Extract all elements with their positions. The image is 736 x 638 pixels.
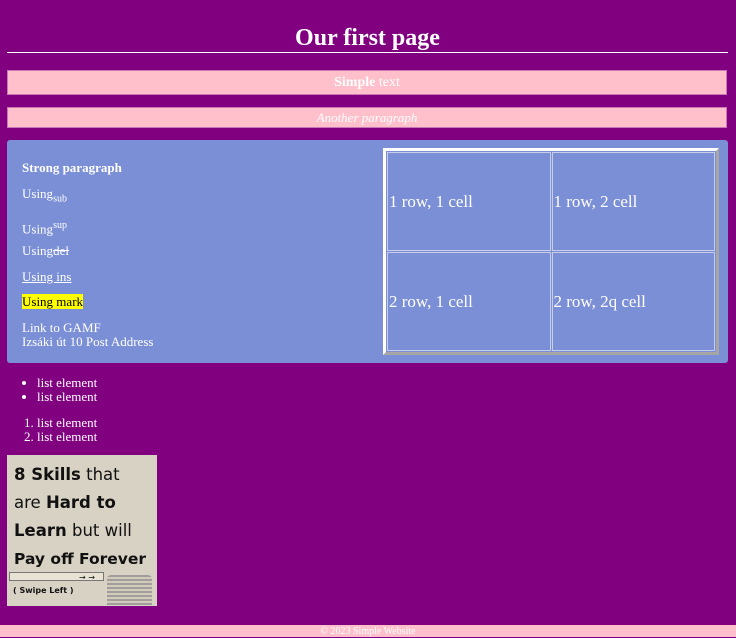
sub-text: Using <box>22 186 54 201</box>
table-row: 1 row, 1 cell 1 row, 2 cell <box>387 152 715 251</box>
sub-label: sub <box>53 193 67 205</box>
table-cell: 1 row, 1 cell <box>387 152 551 251</box>
table-row: 2 row, 1 cell 2 row, 2q cell <box>387 252 715 351</box>
footer: © 2023 Simple Website <box>0 625 736 637</box>
page-title: Our first page <box>7 22 728 53</box>
gamf-link[interactable]: Link to GAMF <box>22 320 101 335</box>
sub-example: Usingsub <box>22 186 67 207</box>
mark-text: Using mark <box>22 294 84 309</box>
image-line: Pay off Forever <box>14 550 147 568</box>
content-section: Strong paragraph Usingsub Usingsup Using… <box>7 140 728 363</box>
data-table: 1 row, 1 cell 1 row, 2 cell 2 row, 1 cell… <box>383 148 719 355</box>
table-cell: 2 row, 2q cell <box>551 252 715 351</box>
del-example: Usingdel <box>22 243 69 258</box>
ins-text: Using ins <box>22 269 72 284</box>
simple-text-paragraph: Simple text <box>7 70 727 95</box>
list-item: list element <box>37 376 97 390</box>
ordered-list: list element list element <box>7 416 97 444</box>
strong-paragraph: Strong paragraph <box>22 160 122 175</box>
sup-text: Using <box>22 221 54 237</box>
simple-rest: text <box>375 75 400 90</box>
unordered-list: list element list element <box>7 376 97 404</box>
skills-image: 8 Skills that are Hard to Learn but will… <box>7 455 157 606</box>
list-item: list element <box>37 390 97 404</box>
address: Izsáki út 10 Post Address <box>22 334 154 349</box>
image-line: are Hard to <box>14 493 116 512</box>
swipe-caption: ( Swipe Left ) <box>13 586 74 595</box>
sup-label: sup <box>53 220 67 231</box>
sup-example: Usingsup <box>22 218 67 236</box>
coins-icon <box>107 575 152 605</box>
link-gamf[interactable]: Link to GAMF <box>22 320 101 335</box>
simple-bold: Simple <box>334 75 376 90</box>
ins-example: Using ins <box>22 269 71 284</box>
image-line: Learn but will <box>14 521 132 540</box>
image-line: 8 Skills that <box>14 465 120 484</box>
table-cell: 1 row, 2 cell <box>551 152 715 251</box>
another-paragraph: Another paragraph <box>7 107 727 128</box>
del-label: del <box>53 243 69 258</box>
list-item: list element <box>37 416 97 430</box>
arrow-banner-icon: → → <box>9 572 104 582</box>
list-item: list element <box>37 430 97 444</box>
del-text: Using <box>22 243 54 258</box>
mark-example: Using mark <box>22 294 84 309</box>
table-cell: 2 row, 1 cell <box>387 252 551 351</box>
